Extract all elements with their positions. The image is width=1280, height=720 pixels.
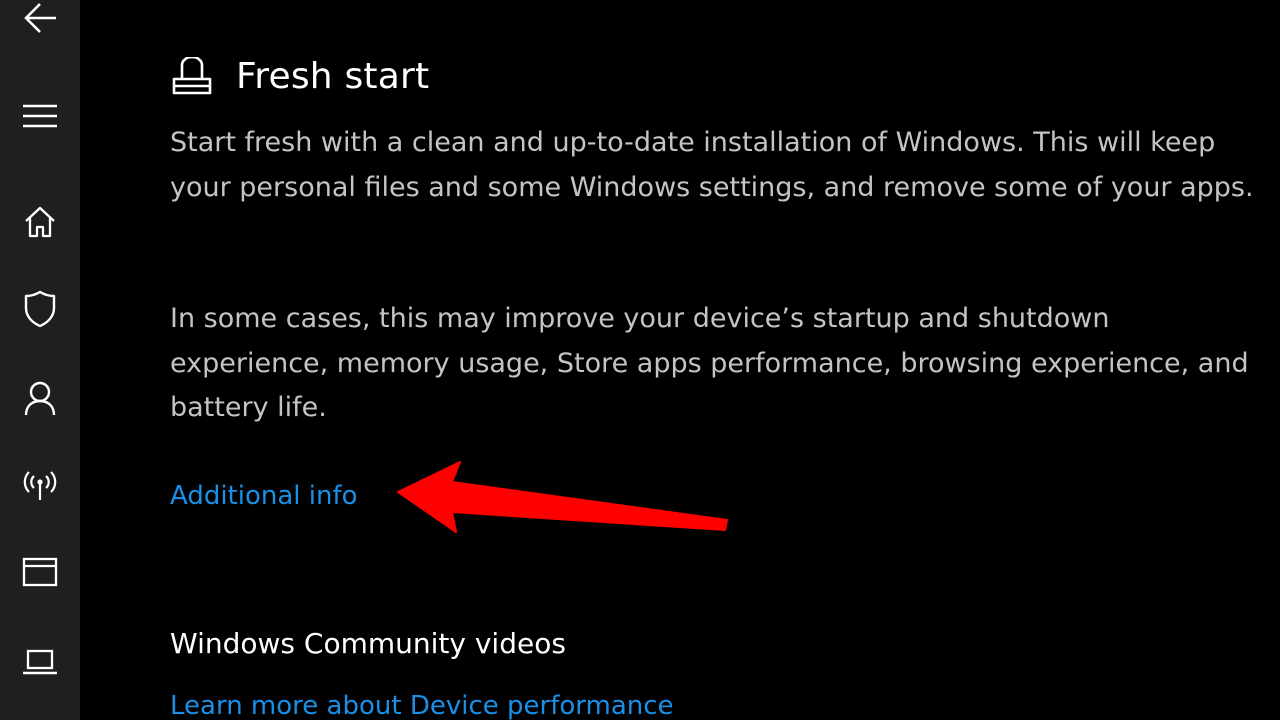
wireless-icon [22,468,58,502]
windows-security-app: Fresh start Start fresh with a clean and… [0,0,1280,720]
learn-more-link[interactable]: Learn more about Device performance [170,686,674,720]
nav-item-firewall-network[interactable] [0,453,80,517]
person-icon [23,380,57,416]
app-browser-icon [22,556,58,588]
page-title: Fresh start [236,55,430,97]
benefits-paragraph: In some cases, this may improve your dev… [170,303,1249,423]
additional-info-link[interactable]: Additional info [170,476,358,516]
community-videos-heading: Windows Community videos [170,627,566,660]
nav-item-app-browser-control[interactable] [0,540,80,604]
nav-item-virus-protection[interactable] [0,277,80,341]
hamburger-menu-icon [21,103,59,129]
nav-item-account-protection[interactable] [0,366,80,430]
fresh-start-icon [170,56,214,96]
nav-item-device-security[interactable] [0,630,80,694]
laptop-icon [22,647,58,677]
description-paragraph: Start fresh with a clean and up-to-date … [170,127,1254,203]
nav-item-home[interactable] [0,190,80,254]
back-button[interactable] [0,0,80,50]
navigation-rail [0,0,80,720]
page-header: Fresh start [170,50,429,102]
back-arrow-icon [20,0,60,36]
main-content: Fresh start Start fresh with a clean and… [170,0,1270,720]
menu-button[interactable] [0,84,80,148]
shield-icon [23,290,57,328]
home-icon [23,205,57,239]
